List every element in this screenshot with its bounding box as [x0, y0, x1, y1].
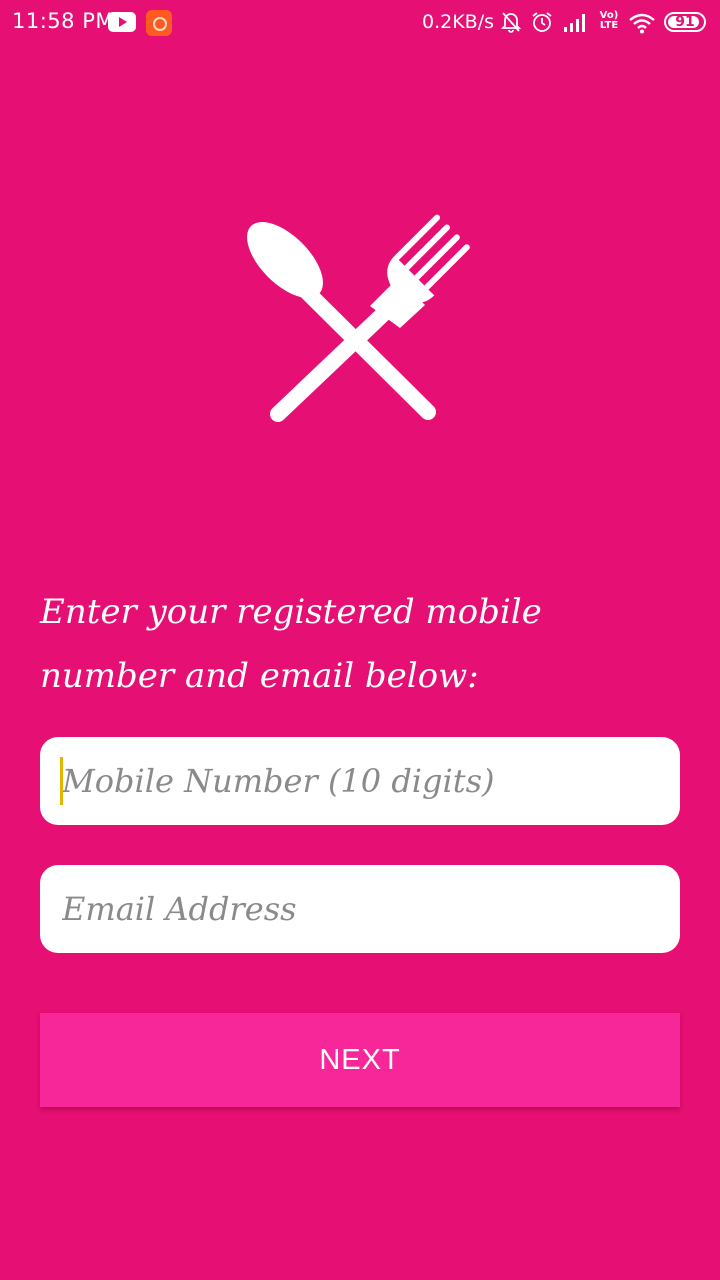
- volte-bottom-label: LTE: [599, 20, 619, 31]
- signal-icon: [564, 14, 585, 32]
- spoon-fork-crossed-icon: [247, 214, 470, 422]
- app-notification-icon: [146, 10, 172, 36]
- volte-icon: Vo) LTE: [596, 11, 622, 31]
- mobile-number-field[interactable]: [40, 737, 680, 825]
- text-cursor: [60, 757, 63, 805]
- battery-level: 91: [675, 14, 695, 30]
- alarm-icon: [532, 12, 552, 32]
- instruction-text: Enter your registered mobile number and …: [40, 592, 542, 696]
- bell-muted-icon: [501, 12, 521, 33]
- email-address-field[interactable]: [40, 865, 680, 953]
- status-bar: 11:58 PM 0.2KB/s Vo) LTE 91: [0, 0, 720, 48]
- battery-icon: 91: [664, 12, 706, 32]
- next-button[interactable]: NEXT: [40, 1013, 680, 1107]
- mobile-number-input[interactable]: [40, 737, 680, 825]
- status-time: 11:58 PM: [12, 9, 114, 33]
- email-address-input[interactable]: [40, 865, 680, 953]
- wifi-icon: [629, 13, 655, 34]
- youtube-icon: [108, 12, 136, 32]
- network-speed: 0.2KB/s: [422, 11, 495, 33]
